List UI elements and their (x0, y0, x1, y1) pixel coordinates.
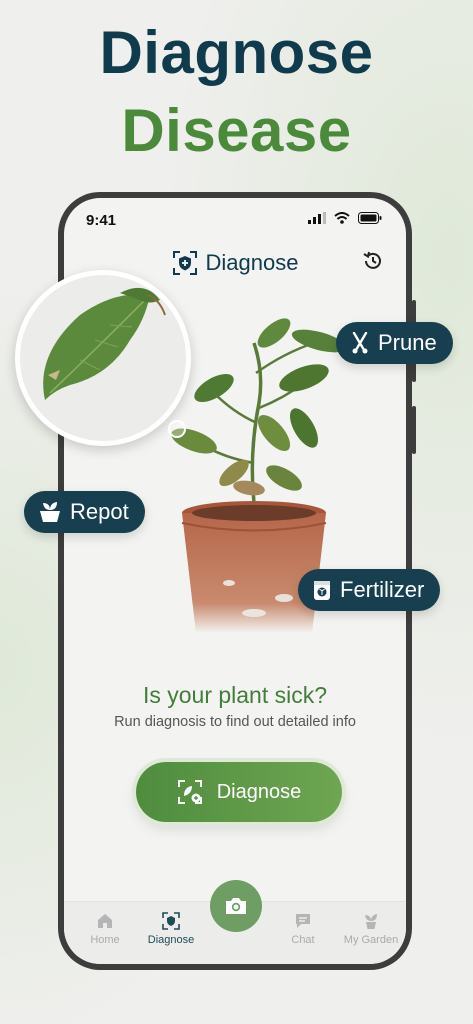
leaf-zoom-view (15, 270, 191, 446)
fertilizer-label: Fertilizer (340, 577, 425, 602)
tab-my-garden-label: My Garden (343, 934, 399, 946)
camera-icon (226, 898, 246, 914)
tab-diagnose-label: Diagnose (147, 934, 195, 946)
diagnose-button-label: Diagnose (216, 780, 302, 803)
tab-my-garden[interactable]: My Garden (336, 912, 406, 946)
camera-button[interactable] (210, 880, 262, 932)
tab-chat-label: Chat (291, 934, 315, 946)
diagnose-shield-icon (172, 251, 197, 275)
tab-home[interactable]: Home (70, 912, 140, 946)
zoom-focus-dot (168, 420, 186, 438)
prune-callout: Prune (336, 322, 453, 364)
fertilizer-bag-icon (314, 581, 330, 600)
pot-icon (40, 502, 60, 522)
diagnose-icon (162, 912, 180, 930)
leaf-closeup-image (43, 287, 166, 400)
prune-label: Prune (378, 330, 437, 355)
status-icons (308, 212, 382, 224)
prompt-title: Is your plant sick? (142, 682, 328, 708)
tab-diagnose[interactable]: Diagnose (136, 912, 206, 946)
wifi-icon (334, 212, 350, 224)
hero-title: Diagnose (99, 19, 374, 86)
battery-icon (358, 212, 382, 224)
page-title: Diagnose (205, 250, 299, 275)
fertilizer-callout: Fertilizer (298, 569, 441, 611)
history-icon[interactable] (362, 250, 384, 272)
tab-chat[interactable]: Chat (268, 912, 338, 946)
home-icon (98, 914, 112, 928)
chat-icon (296, 914, 310, 928)
phone-side-button (412, 406, 416, 454)
tab-home-label: Home (90, 934, 120, 946)
scan-leaf-icon (177, 780, 202, 804)
diagnose-button[interactable]: Diagnose (136, 762, 342, 822)
hero-subtitle: Disease (121, 97, 352, 164)
signal-icon (308, 212, 326, 224)
scissors-icon (352, 332, 368, 354)
repot-callout: Repot (24, 491, 145, 533)
repot-label: Repot (70, 499, 129, 524)
prompt-subtitle: Run diagnosis to find out detailed info (114, 714, 356, 730)
status-time: 9:41 (86, 212, 117, 229)
plant-icon (365, 914, 377, 929)
